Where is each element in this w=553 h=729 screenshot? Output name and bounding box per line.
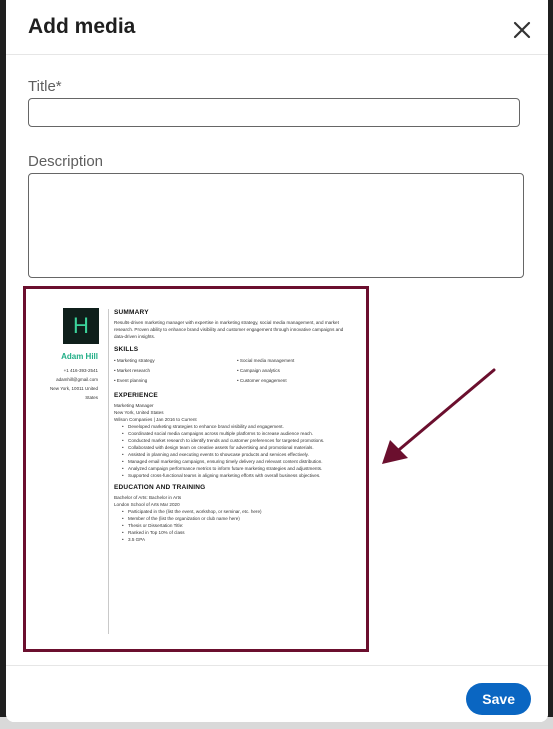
dialog-header: Add media <box>6 0 548 55</box>
edu-bullet: Participated in the (list the event, wor… <box>122 508 354 515</box>
skill-item: Social media management <box>237 356 354 366</box>
edu-bullet: 3.5 GPA <box>122 536 354 543</box>
add-media-dialog: Add media Title* Description H Adam Hill… <box>6 0 548 722</box>
backdrop-right-strip <box>548 0 553 729</box>
summary-text: Results-driven marketing manager with ex… <box>114 320 344 339</box>
skills-heading: SKILLS <box>114 346 139 353</box>
dialog-title: Add media <box>28 15 136 38</box>
dialog-footer: Save <box>6 665 548 722</box>
title-label: Title* <box>28 78 62 95</box>
education-bullets: Participated in the (list the event, wor… <box>114 508 354 543</box>
resume-main: SUMMARY Results-driven marketing manager… <box>114 305 354 543</box>
job-bullet: Collaborated with design team on creativ… <box>122 444 354 451</box>
save-button[interactable]: Save <box>466 683 531 715</box>
resume-phone: +1 416-393-2541 <box>63 368 98 373</box>
close-button[interactable] <box>510 18 534 42</box>
school: London School of Arts Mar 2020 <box>114 502 180 507</box>
skills-list: Marketing strategy Social media manageme… <box>114 356 354 386</box>
title-input[interactable] <box>28 98 520 127</box>
job-bullet: Supported cross-functional teams in alig… <box>122 472 354 479</box>
job-company: Wilson Companies | Jan 2016 to Current <box>114 417 197 422</box>
edu-bullet: Thesis or Dissertation Title: <box>122 522 354 529</box>
resume-initial-avatar: H <box>63 308 99 344</box>
skill-item: Customer engagement <box>237 376 354 386</box>
education-heading: EDUCATION AND TRAINING <box>114 484 206 491</box>
close-icon <box>513 21 531 39</box>
job-title: Marketing Manager <box>114 403 154 408</box>
resume-sidebar: H Adam Hill +1 416-393-2541 adamhill@gma… <box>26 289 102 649</box>
experience-heading: EXPERIENCE <box>114 392 158 399</box>
job-bullet: Developed marketing strategies to enhanc… <box>122 423 354 430</box>
skill-item: Marketing strategy <box>114 356 231 366</box>
media-preview[interactable]: H Adam Hill +1 416-393-2541 adamhill@gma… <box>23 286 369 652</box>
resume-country: States <box>85 395 98 400</box>
skill-item: Event planning <box>114 376 231 386</box>
degree: Bachelor of Arts: Bachelor in Arts <box>114 495 182 500</box>
resume-document: H Adam Hill +1 416-393-2541 adamhill@gma… <box>26 289 366 649</box>
resume-contact: +1 416-393-2541 adamhill@gmail.com New Y… <box>26 366 98 402</box>
annotation-arrow-icon <box>382 368 496 464</box>
resume-divider <box>108 309 109 634</box>
job-bullets: Developed marketing strategies to enhanc… <box>114 423 354 479</box>
skill-item: Market research <box>114 366 231 376</box>
skill-item: Campaign analytics <box>237 366 354 376</box>
resume-name: Adam Hill <box>61 352 98 361</box>
job-bullet: Coordinated social media campaigns acros… <box>122 430 354 437</box>
resume-address: New York, 10011 United <box>50 386 98 391</box>
summary-heading: SUMMARY <box>114 309 149 316</box>
job-bullet: Managed email marketing campaigns, ensur… <box>122 458 354 465</box>
description-input[interactable] <box>28 173 524 278</box>
resume-email: adamhill@gmail.com <box>56 377 98 382</box>
job-bullet: Conducted market research to identify tr… <box>122 437 354 444</box>
job-location: New York, United States <box>114 410 164 415</box>
edu-bullet: Member of the (list the organization or … <box>122 515 354 522</box>
description-label: Description <box>28 153 104 170</box>
job-bullet: Analyzed campaign performance metrics to… <box>122 465 354 472</box>
job-bullet: Assisted in planning and executing event… <box>122 451 354 458</box>
edu-bullet: Ranked in Top 10% of class <box>122 529 354 536</box>
